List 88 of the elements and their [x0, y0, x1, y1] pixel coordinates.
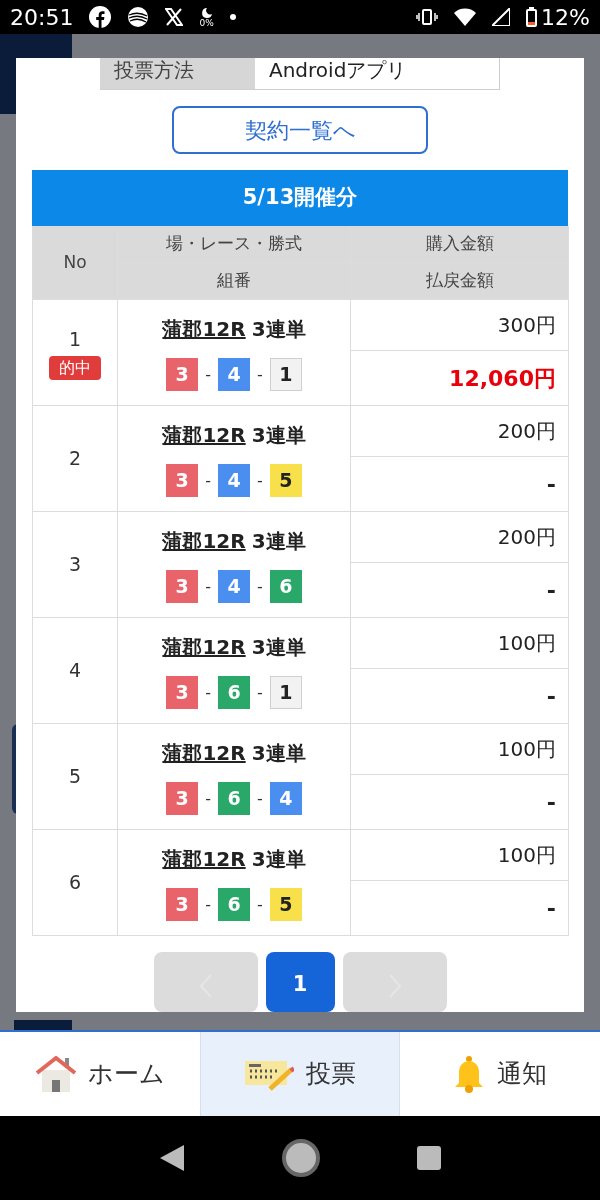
- amount-cell: 200円: [351, 406, 569, 457]
- boat-number: 5: [269, 888, 302, 921]
- bet-type: 3連単: [251, 528, 306, 555]
- dash: -: [205, 575, 211, 598]
- dash: -: [257, 363, 263, 386]
- race-link[interactable]: 蒲郡12R: [162, 420, 246, 450]
- boat-number: 3: [166, 570, 199, 603]
- bet-type: 3連単: [251, 422, 306, 449]
- column-header: 組番: [118, 263, 351, 300]
- amount-cell: 100円: [351, 830, 569, 881]
- dash: -: [257, 787, 263, 810]
- boat-number: 1: [269, 358, 302, 391]
- amount-cell: 300円: [351, 300, 569, 351]
- battery-icon: [526, 7, 538, 27]
- home-icon[interactable]: [281, 1138, 321, 1178]
- dash: -: [205, 681, 211, 704]
- dash: -: [205, 787, 211, 810]
- boat-number: 4: [218, 358, 250, 391]
- row-number: 2: [68, 446, 82, 472]
- boat-number: 6: [218, 888, 250, 921]
- recents-icon[interactable]: [416, 1145, 443, 1171]
- payout-cell: -: [351, 457, 569, 512]
- facebook-icon: [89, 6, 112, 28]
- boat-number: 3: [166, 782, 199, 815]
- value-cell-text: Androidアプリ: [268, 58, 408, 84]
- race-link[interactable]: 蒲郡12R: [162, 738, 246, 768]
- bet-type: 3連単: [251, 316, 306, 343]
- boat-number: 6: [269, 570, 302, 603]
- contract-list-button[interactable]: 契約一覧へ: [172, 106, 428, 154]
- dash: -: [257, 681, 263, 704]
- amount-cell: 100円: [351, 724, 569, 775]
- boat-number: 4: [218, 570, 250, 603]
- dot-icon: [229, 14, 236, 20]
- dash: -: [205, 893, 211, 916]
- battery-percent: 12%: [541, 3, 590, 32]
- dash: -: [205, 363, 211, 386]
- moon-icon: [200, 6, 213, 19]
- boat-number: 1: [269, 676, 302, 709]
- bell-icon: [453, 1055, 485, 1093]
- hit-badge: 的中: [49, 355, 101, 380]
- dash: -: [257, 893, 263, 916]
- row-number: 1: [68, 327, 82, 353]
- table-title: 5/13開催分: [32, 170, 568, 226]
- vibrate-icon: [416, 9, 439, 25]
- row-number: 6: [68, 870, 82, 896]
- race-link[interactable]: 蒲郡12R: [162, 632, 246, 662]
- column-header: 払戻金額: [351, 263, 569, 300]
- payout-cell: -: [351, 881, 569, 936]
- dash: -: [257, 575, 263, 598]
- bet-type: 3連単: [251, 634, 306, 661]
- column-header: No: [33, 226, 118, 300]
- app-icon: [127, 7, 150, 27]
- payout-cell: -: [351, 775, 569, 830]
- x-icon: [165, 8, 184, 26]
- boat-number: 3: [166, 464, 199, 497]
- boat-number: 3: [166, 358, 199, 391]
- row-number: 3: [68, 552, 82, 578]
- signal-icon: [492, 8, 511, 26]
- wifi-icon: [454, 8, 477, 26]
- payout-cell: -: [351, 563, 569, 618]
- boat-number: 6: [218, 782, 250, 815]
- amount-cell: 100円: [351, 618, 569, 669]
- payout-cell: 12,060円: [351, 351, 569, 406]
- column-header: 購入金額: [351, 226, 569, 263]
- boat-number: 6: [218, 676, 250, 709]
- dash: -: [257, 469, 263, 492]
- label-cell: 投票方法: [100, 58, 255, 89]
- race-link[interactable]: 蒲郡12R: [162, 314, 246, 344]
- nav-tab[interactable]: 投票: [200, 1032, 400, 1116]
- boat-number: 3: [166, 676, 199, 709]
- bet-type: 3連単: [251, 846, 306, 873]
- status-time: 20:51: [10, 3, 74, 32]
- payout-cell: -: [351, 669, 569, 724]
- row-number: 4: [68, 658, 82, 684]
- boat-number: 3: [166, 888, 199, 921]
- row-number: 5: [68, 764, 82, 790]
- column-header: 場・レース・勝式: [118, 226, 351, 263]
- percent-text: 0%: [199, 18, 214, 28]
- dash: -: [205, 469, 211, 492]
- page-button[interactable]: 1: [265, 952, 335, 1012]
- bet-type: 3連単: [251, 740, 306, 767]
- race-link[interactable]: 蒲郡12R: [162, 526, 246, 556]
- boat-number: 4: [269, 782, 302, 815]
- amount-cell: 200円: [351, 512, 569, 563]
- race-link[interactable]: 蒲郡12R: [162, 844, 246, 874]
- house-icon: [35, 1056, 76, 1092]
- boat-number: 5: [269, 464, 302, 497]
- boat-number: 4: [218, 464, 250, 497]
